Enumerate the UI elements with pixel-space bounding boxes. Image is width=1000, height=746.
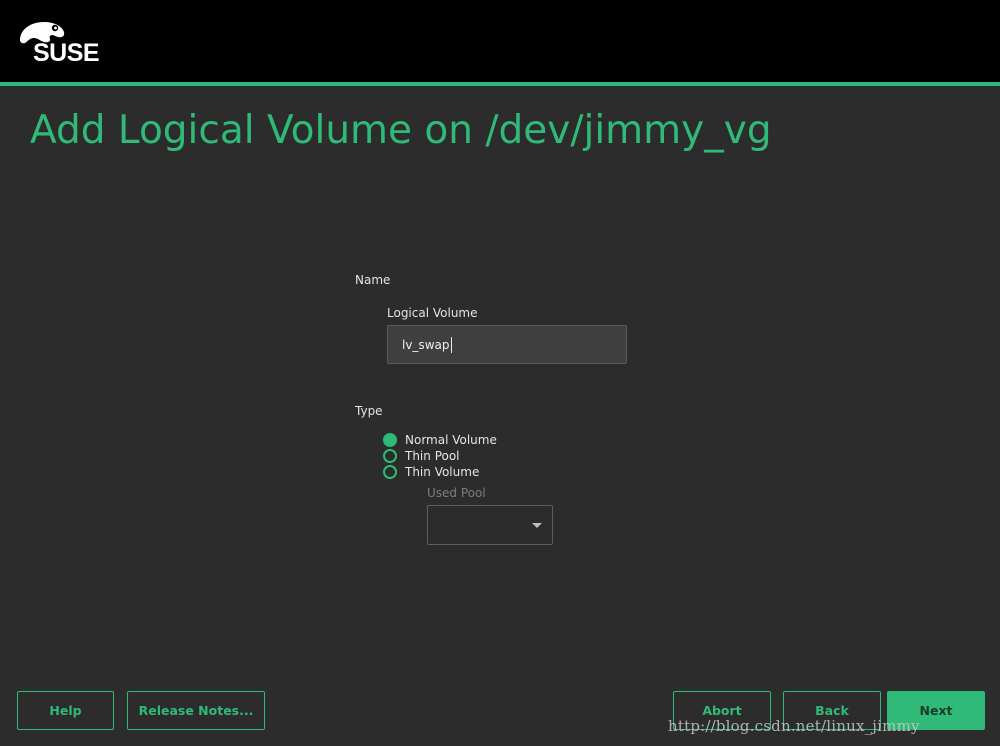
watermark-url: http://blog.csdn.net/linux_jimmy: [668, 717, 920, 735]
radio-normal-volume-label: Normal Volume: [405, 433, 497, 447]
radio-thin-volume[interactable]: Thin Volume: [383, 464, 479, 480]
radio-thin-volume-label: Thin Volume: [405, 465, 480, 479]
used-pool-label: Used Pool: [427, 486, 486, 500]
text-caret: [451, 337, 452, 353]
logical-volume-input[interactable]: [387, 325, 627, 364]
top-banner: SUSE: [0, 0, 1000, 82]
radio-thin-pool-label: Thin Pool: [405, 449, 460, 463]
radio-unchecked-icon[interactable]: [383, 465, 397, 479]
help-button[interactable]: Help: [17, 691, 114, 730]
radio-normal-volume[interactable]: Normal Volume: [383, 432, 497, 448]
header-accent-line: [0, 82, 1000, 86]
name-section-label: Name: [355, 273, 391, 287]
radio-thin-pool[interactable]: Thin Pool: [383, 448, 460, 464]
logo-text: SUSE: [33, 39, 100, 67]
chevron-down-icon: [532, 523, 542, 528]
release-notes-button[interactable]: Release Notes...: [127, 691, 265, 730]
radio-checked-icon[interactable]: [383, 433, 397, 447]
page-title: Add Logical Volume on /dev/jimmy_vg: [30, 108, 772, 153]
logical-volume-label: Logical Volume: [387, 306, 478, 320]
used-pool-select[interactable]: [427, 505, 553, 545]
type-section-label: Type: [355, 404, 383, 418]
radio-unchecked-icon[interactable]: [383, 449, 397, 463]
suse-logo: SUSE: [16, 18, 100, 67]
